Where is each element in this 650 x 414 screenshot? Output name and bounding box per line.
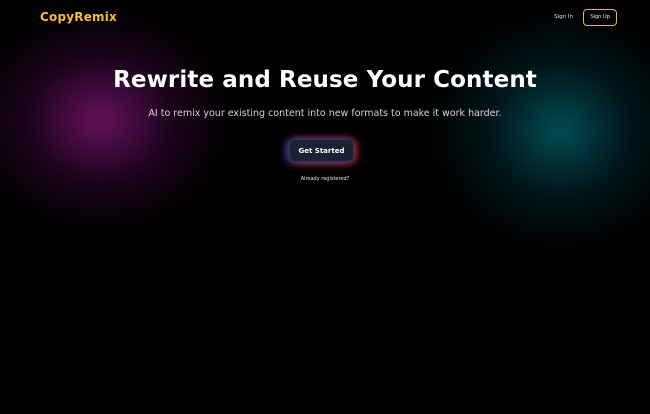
sign-up-button[interactable]: Sign Up (583, 8, 617, 26)
landing-page: CopyRemix Sign In Sign Up Rewrite and Re… (0, 0, 650, 414)
site-header: CopyRemix Sign In Sign Up (0, 0, 650, 34)
hero-subtitle: AI to remix your existing content into n… (148, 108, 502, 119)
sign-in-link[interactable]: Sign In (554, 14, 573, 20)
header-nav: Sign In Sign Up (554, 8, 617, 26)
already-registered-link[interactable]: Already registered? (301, 176, 350, 182)
brand-logo[interactable]: CopyRemix (40, 10, 117, 24)
hero-title: Rewrite and Reuse Your Content (113, 67, 537, 93)
hero-section: Rewrite and Reuse Your Content AI to rem… (0, 60, 650, 121)
get-started-button[interactable]: Get Started (289, 139, 354, 162)
already-registered-container: Already registered? (0, 176, 650, 182)
teal-glow (430, 10, 650, 250)
